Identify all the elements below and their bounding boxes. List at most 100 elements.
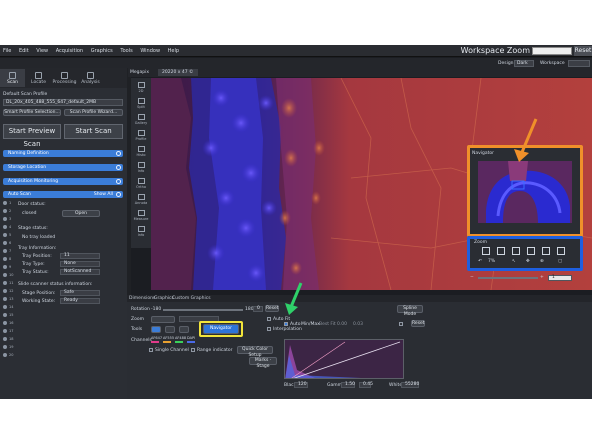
single-channel-checkbox[interactable] bbox=[149, 348, 153, 352]
start-preview-scan-button[interactable]: Start Preview Scan bbox=[3, 124, 61, 148]
tray-slot-dot[interactable] bbox=[3, 305, 7, 309]
tray-slot-dot[interactable] bbox=[3, 249, 7, 253]
tab-custom-graphics[interactable]: Custom Graphics bbox=[172, 296, 211, 301]
menu-help[interactable]: Help bbox=[165, 45, 182, 54]
tray-slot-dot[interactable] bbox=[3, 241, 7, 245]
view-toolbar-item[interactable]: Measure bbox=[133, 210, 149, 221]
zoom-slider[interactable] bbox=[478, 277, 538, 279]
zoom-field[interactable]: 1 bbox=[548, 275, 572, 281]
tab-graphics[interactable]: Graphics bbox=[154, 296, 174, 301]
tray-slot-label: 8 bbox=[9, 256, 12, 261]
tray-slot-dot[interactable] bbox=[3, 225, 7, 229]
tab-megapix[interactable]: Megapix bbox=[130, 70, 149, 75]
tool-pointer-button[interactable] bbox=[151, 326, 161, 333]
tab-scan[interactable]: Scan bbox=[0, 69, 25, 87]
view-toolbar-item[interactable]: Histo bbox=[133, 146, 149, 157]
gear-icon[interactable] bbox=[116, 151, 121, 156]
tray-slot-dot[interactable] bbox=[3, 209, 7, 213]
view-toolbar-item[interactable]: Info bbox=[133, 162, 149, 173]
rotation-reset-button[interactable]: Reset bbox=[265, 305, 279, 312]
workspace-zoom-input[interactable] bbox=[532, 47, 572, 55]
show-all-toggle[interactable]: Show All bbox=[94, 191, 113, 198]
workspace-select[interactable] bbox=[568, 60, 590, 67]
tray-slot-dot[interactable] bbox=[3, 329, 7, 333]
tab-processing[interactable]: Processing bbox=[52, 69, 77, 87]
quick-color-setup-button[interactable]: Quick Color Setup bbox=[237, 346, 273, 358]
design-select[interactable]: Dark bbox=[514, 60, 534, 67]
gamma-value[interactable]: 1.50 bbox=[341, 382, 355, 388]
view-toolbar-item[interactable]: Gallery bbox=[133, 114, 149, 125]
workspace-reset-button[interactable]: Reset bbox=[574, 46, 592, 56]
tray-slot-dot[interactable] bbox=[3, 313, 7, 317]
menu-view[interactable]: View bbox=[33, 45, 51, 54]
scan-profile-wizard-button[interactable]: Scan Profile Wizard... bbox=[64, 109, 123, 116]
tool-zoom-button[interactable] bbox=[179, 326, 189, 333]
interpolation-checkbox[interactable] bbox=[267, 327, 271, 331]
tray-slot-dot[interactable] bbox=[3, 337, 7, 341]
channel-af555[interactable]: AF555 bbox=[163, 336, 174, 340]
menu-edit[interactable]: Edit bbox=[16, 45, 32, 54]
tray-slot-dot[interactable] bbox=[3, 289, 7, 293]
zen-window: File Edit View Acquisition Graphics Tool… bbox=[0, 45, 592, 399]
gamma-value-2[interactable]: 0.45 bbox=[359, 382, 373, 388]
view-toolbar-item[interactable]: Ortho bbox=[133, 178, 149, 189]
tray-slot-dot[interactable] bbox=[3, 233, 7, 237]
display-reset-button[interactable]: Reset bbox=[411, 320, 425, 327]
channel-dapi[interactable]: DAPI bbox=[187, 336, 195, 340]
tray-slot-dot[interactable] bbox=[3, 201, 7, 205]
smart-profile-selection-button[interactable]: Smart Profile Selection... bbox=[3, 109, 61, 116]
best-fit-toggle[interactable]: Best Fit bbox=[319, 322, 336, 327]
tray-slot-dot[interactable] bbox=[3, 265, 7, 269]
tray-slot-dot[interactable] bbox=[3, 273, 7, 277]
start-scan-button[interactable]: Start Scan bbox=[64, 124, 123, 139]
zoom-out-icon[interactable]: − bbox=[470, 275, 474, 280]
view-toolbar-item[interactable]: Split bbox=[133, 98, 149, 109]
white-value[interactable]: 55280 bbox=[401, 382, 419, 388]
view-toolbar-item[interactable]: Annota bbox=[133, 194, 149, 205]
section-acquisition-monitoring[interactable]: Acquisition Monitoring bbox=[3, 178, 123, 185]
tray-slot-dot[interactable] bbox=[3, 281, 7, 285]
range-indicator-checkbox[interactable] bbox=[191, 348, 195, 352]
menu-window[interactable]: Window bbox=[137, 45, 163, 54]
tray-slot-dot[interactable] bbox=[3, 345, 7, 349]
tab-document[interactable]: 20220 x 47 © bbox=[158, 69, 198, 76]
gear-icon[interactable] bbox=[116, 179, 121, 184]
tray-slot-dot[interactable] bbox=[3, 321, 7, 325]
tab-dimensions[interactable]: Dimensions bbox=[129, 296, 155, 301]
auto-fit-checkbox[interactable] bbox=[267, 317, 271, 321]
gear-icon[interactable] bbox=[116, 192, 121, 197]
rotation-field[interactable]: 0 bbox=[253, 306, 263, 312]
open-door-button[interactable]: Open bbox=[62, 210, 100, 217]
tray-slot-dot[interactable] bbox=[3, 217, 7, 221]
view-toolbar-item[interactable]: Profile bbox=[133, 130, 149, 141]
section-auto-scan[interactable]: Auto Scan Show All bbox=[3, 191, 123, 198]
tray-slot-dot[interactable] bbox=[3, 297, 7, 301]
menu-graphics[interactable]: Graphics bbox=[88, 45, 116, 54]
zoom-in-small-icon[interactable]: + bbox=[540, 275, 544, 280]
spline-mode-button[interactable]: Spline Mode bbox=[397, 305, 423, 317]
scan-profile-select[interactable]: DL_20x_405_488_555_647_default_2MB bbox=[3, 99, 123, 106]
channel-toggle-checkbox[interactable] bbox=[399, 322, 403, 326]
tray-slot-dot[interactable] bbox=[3, 353, 7, 357]
channel-af647[interactable]: AF647 bbox=[151, 336, 162, 340]
menu-file[interactable]: File bbox=[0, 45, 14, 54]
black-value[interactable]: 120 bbox=[294, 382, 308, 388]
rotation-slider[interactable] bbox=[163, 309, 243, 311]
menu-acquisition[interactable]: Acquisition bbox=[53, 45, 86, 54]
gear-icon[interactable] bbox=[116, 165, 121, 170]
marks-stage-button[interactable]: Marks · Stage bbox=[249, 357, 277, 369]
tab-analysis[interactable]: Analysis bbox=[78, 69, 103, 87]
auto-checkbox[interactable] bbox=[284, 322, 288, 326]
min-max-toggle[interactable]: Min/Max bbox=[301, 322, 320, 327]
histogram[interactable] bbox=[284, 339, 404, 379]
tab-locate[interactable]: Locate bbox=[26, 69, 51, 87]
view-toolbar-item[interactable]: 2D bbox=[133, 82, 149, 93]
tray-slot-dot[interactable] bbox=[3, 257, 7, 261]
zoom-row-buttons[interactable] bbox=[151, 316, 175, 323]
section-storage-location[interactable]: Storage Location bbox=[3, 164, 123, 171]
tool-pan-button[interactable] bbox=[165, 326, 175, 333]
section-naming-definition[interactable]: Naming Definition bbox=[3, 150, 123, 157]
channel-af488[interactable]: AF488 bbox=[175, 336, 186, 340]
view-toolbar-item[interactable]: Info bbox=[133, 226, 149, 237]
menu-tools[interactable]: Tools bbox=[117, 45, 135, 54]
